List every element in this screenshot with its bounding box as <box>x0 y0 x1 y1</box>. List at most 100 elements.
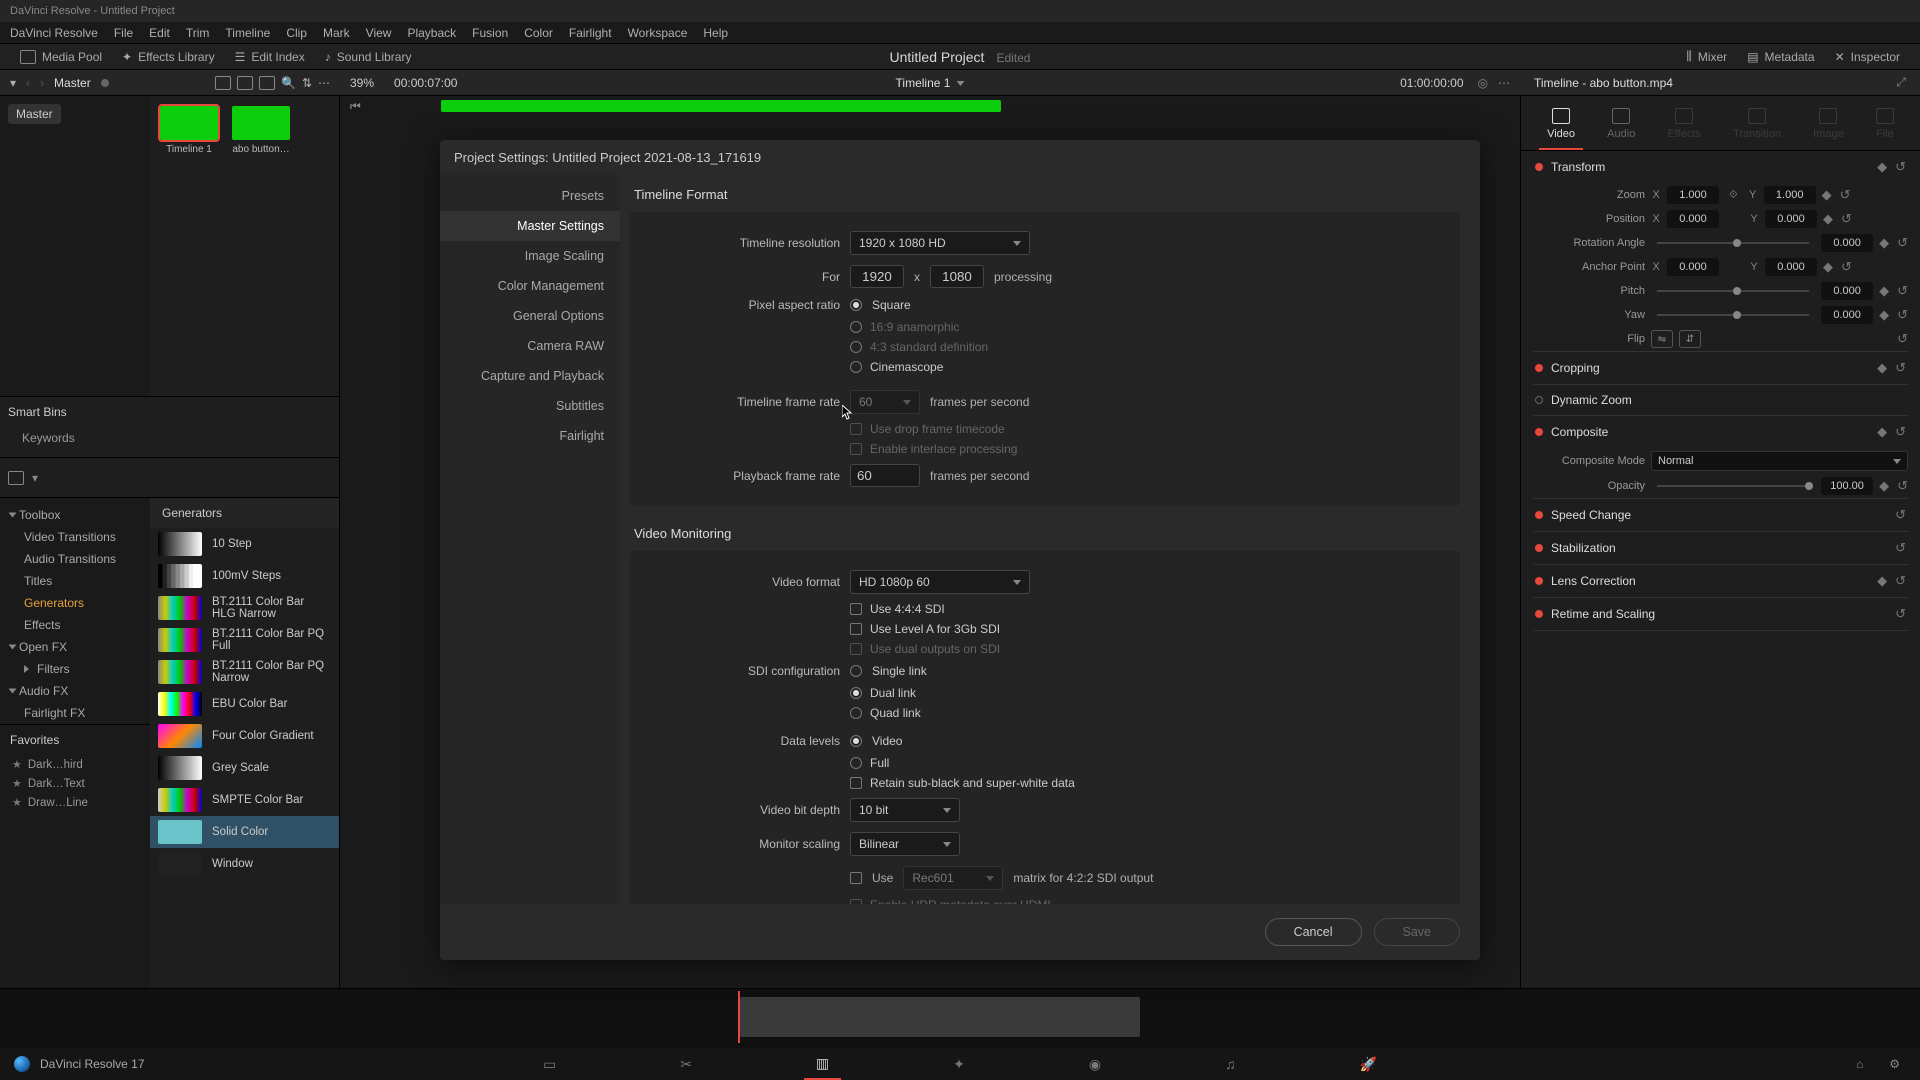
timeline-name-dropdown[interactable]: Timeline 1 <box>896 76 965 90</box>
menu-item[interactable]: File <box>114 26 133 40</box>
favorite-item[interactable]: ★Dark…hird <box>0 755 150 774</box>
cropping-header[interactable]: Cropping◆↺ <box>1533 352 1908 384</box>
bypass-icon[interactable]: ◎ <box>1478 76 1488 90</box>
color-tag[interactable] <box>101 79 109 87</box>
menu-item[interactable]: Mark <box>323 26 350 40</box>
data-full-radio[interactable] <box>850 757 862 769</box>
toolbox-cat[interactable]: Toolbox <box>0 504 150 526</box>
settings-sidebar-item[interactable]: Image Scaling <box>440 241 620 271</box>
page-edit[interactable]: ▥ <box>804 1049 841 1080</box>
menu-item[interactable]: Edit <box>149 26 170 40</box>
keyframe-icon[interactable]: ◆ <box>1822 187 1832 203</box>
page-fairlight[interactable]: ♫ <box>1213 1050 1248 1078</box>
enable-dot[interactable] <box>1535 511 1543 519</box>
menu-item[interactable]: Fairlight <box>569 26 612 40</box>
expand-icon[interactable]: ⤢ <box>1896 75 1906 90</box>
opacity-slider[interactable] <box>1657 485 1809 487</box>
lens-correction-header[interactable]: Lens Correction◆↺ <box>1533 565 1908 597</box>
menu-item[interactable]: Clip <box>286 26 307 40</box>
par-43-radio[interactable] <box>850 341 862 353</box>
generator-item[interactable]: BT.2111 Color Bar PQ Full <box>150 624 339 656</box>
toolbox-sub[interactable]: Filters <box>0 658 150 680</box>
save-button[interactable]: Save <box>1374 918 1461 946</box>
flip-h-button[interactable]: ⇋ <box>1651 330 1673 348</box>
keyframe-icon[interactable]: ◆ <box>1877 159 1887 175</box>
inspector-toggle[interactable]: ✕Inspector <box>1825 49 1910 64</box>
reset-icon[interactable]: ↺ <box>1895 360 1906 376</box>
settings-sidebar-item[interactable]: Color Management <box>440 271 620 301</box>
edit-index-toggle[interactable]: ☰Edit Index <box>225 50 315 64</box>
generator-item[interactable]: 100mV Steps <box>150 560 339 592</box>
keyframe-icon[interactable]: ◆ <box>1879 307 1889 323</box>
composite-mode-select[interactable]: Normal <box>1651 451 1908 471</box>
favorite-item[interactable]: ★Draw…Line <box>0 793 150 812</box>
res-height-input[interactable] <box>930 265 984 288</box>
timeline-clip[interactable] <box>740 997 1140 1037</box>
pos-x-input[interactable] <box>1667 210 1719 228</box>
keyframe-icon[interactable]: ◆ <box>1877 360 1887 376</box>
reset-icon[interactable]: ↺ <box>1841 211 1852 227</box>
cancel-button[interactable]: Cancel <box>1265 918 1362 946</box>
menu-item[interactable]: Help <box>703 26 728 40</box>
settings-sidebar-item[interactable]: Fairlight <box>440 421 620 451</box>
data-video-radio[interactable] <box>850 735 862 747</box>
sdi-dual-radio[interactable] <box>850 687 862 699</box>
speed-change-header[interactable]: Speed Change↺ <box>1533 499 1908 531</box>
nav-back[interactable]: ‹ <box>26 76 30 90</box>
media-pool-toggle[interactable]: Media Pool <box>10 50 112 64</box>
bin-thumb-clip[interactable]: abo button… <box>232 106 290 155</box>
toolbox-sub[interactable]: Fairlight FX <box>0 702 150 724</box>
anchor-y-input[interactable] <box>1765 258 1817 276</box>
transform-header[interactable]: Transform◆↺ <box>1533 151 1908 183</box>
use-matrix-checkbox[interactable] <box>850 872 862 884</box>
settings-icon[interactable]: ⚙ <box>1889 1057 1900 1071</box>
reset-icon[interactable]: ↺ <box>1897 283 1908 299</box>
more-icon[interactable]: ⋯ <box>318 76 330 90</box>
enable-dot[interactable] <box>1535 544 1543 552</box>
inspector-tab-audio[interactable]: Audio <box>1599 104 1643 150</box>
pitch-slider[interactable] <box>1657 290 1809 292</box>
toolbox-sub[interactable]: Titles <box>0 570 150 592</box>
inspector-tab-image[interactable]: Image <box>1805 104 1852 150</box>
use-444-checkbox[interactable] <box>850 603 862 615</box>
fx-dropdown-icon[interactable]: ▾ <box>32 471 38 485</box>
enable-dot[interactable] <box>1535 610 1543 618</box>
settings-sidebar-item[interactable]: General Options <box>440 301 620 331</box>
rotation-slider[interactable] <box>1657 242 1809 244</box>
reset-icon[interactable]: ↺ <box>1895 573 1906 589</box>
retime-scaling-header[interactable]: Retime and Scaling↺ <box>1533 598 1908 630</box>
keyframe-icon[interactable]: ◆ <box>1877 424 1887 440</box>
reset-icon[interactable]: ↺ <box>1895 159 1906 175</box>
generator-item[interactable]: Window <box>150 848 339 880</box>
keyframe-icon[interactable]: ◆ <box>1879 478 1889 494</box>
yaw-input[interactable] <box>1821 306 1873 324</box>
reset-icon[interactable]: ↺ <box>1897 307 1908 323</box>
enable-dot[interactable] <box>1535 577 1543 585</box>
reset-icon[interactable]: ↺ <box>1895 424 1906 440</box>
keyframe-icon[interactable]: ◆ <box>1877 573 1887 589</box>
timeline-resolution-select[interactable]: 1920 x 1080 HD <box>850 231 1030 255</box>
anchor-x-input[interactable] <box>1667 258 1719 276</box>
menu-item[interactable]: DaVinci Resolve <box>10 26 98 40</box>
view-metadata-icon[interactable] <box>215 76 231 90</box>
favorite-item[interactable]: ★Dark…Text <box>0 774 150 793</box>
keyframe-icon[interactable]: ◆ <box>1879 235 1889 251</box>
flip-v-button[interactable]: ⇵ <box>1679 330 1701 348</box>
smart-bin-keywords[interactable]: Keywords <box>8 427 331 449</box>
reset-icon[interactable]: ↺ <box>1897 235 1908 251</box>
yaw-slider[interactable] <box>1657 314 1809 316</box>
bin-master[interactable]: Master <box>8 104 61 124</box>
reset-icon[interactable]: ↺ <box>1840 187 1851 203</box>
menu-item[interactable]: Timeline <box>225 26 270 40</box>
generator-item[interactable]: EBU Color Bar <box>150 688 339 720</box>
menu-item[interactable]: Fusion <box>472 26 508 40</box>
generator-item[interactable]: SMPTE Color Bar <box>150 784 339 816</box>
enable-dot[interactable] <box>1535 364 1543 372</box>
sdi-quad-radio[interactable] <box>850 707 862 719</box>
zoom-x-input[interactable] <box>1667 186 1719 204</box>
reset-icon[interactable]: ↺ <box>1895 606 1906 622</box>
go-start-icon[interactable]: ⏮ <box>350 99 361 114</box>
dynamic-zoom-header[interactable]: Dynamic Zoom <box>1533 385 1908 415</box>
toolbox-sub-generators[interactable]: Generators <box>0 592 150 614</box>
reset-icon[interactable]: ↺ <box>1897 331 1908 347</box>
